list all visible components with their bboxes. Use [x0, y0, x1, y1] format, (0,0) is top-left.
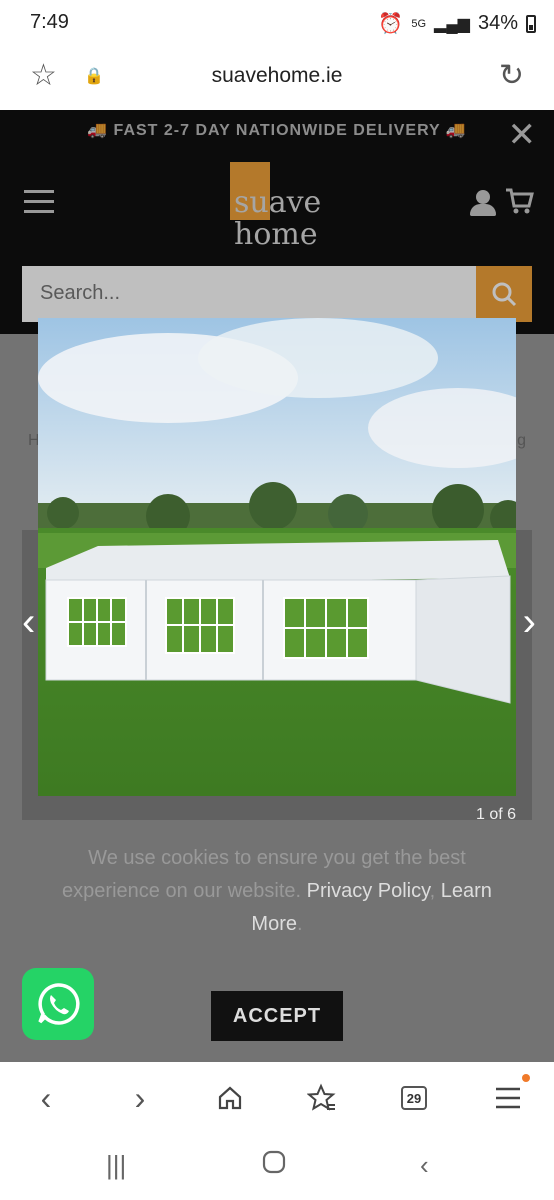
- cookie-end: .: [297, 913, 303, 935]
- site-logo[interactable]: suave home: [230, 160, 330, 252]
- browser-url-bar: ☆ 🔒 suavehome.ie ↻: [0, 46, 554, 110]
- close-icon[interactable]: ✕: [508, 118, 537, 152]
- cart-icon[interactable]: [504, 186, 534, 221]
- lightbox-image[interactable]: [38, 318, 516, 796]
- browser-bottom-nav: ‹ › 29: [0, 1062, 554, 1132]
- recent-apps-icon[interactable]: |||: [106, 1150, 126, 1181]
- system-back-icon[interactable]: ‹: [420, 1150, 429, 1181]
- refresh-icon[interactable]: ↻: [499, 58, 524, 93]
- tabs-button[interactable]: 29: [394, 1078, 434, 1118]
- logo-text-top: suave: [234, 185, 322, 220]
- battery-level: 34%: [477, 12, 518, 34]
- logo-text-bottom: home: [234, 217, 318, 252]
- url-text[interactable]: suavehome.ie: [0, 64, 554, 88]
- tabs-count: 29: [401, 1086, 427, 1110]
- announcement-bar: 🚚 FAST 2-7 DAY NATIONWIDE DELIVERY 🚚: [87, 122, 467, 139]
- home-circle-icon[interactable]: [262, 1150, 286, 1181]
- privacy-policy-link[interactable]: Privacy Policy: [307, 880, 430, 902]
- battery-icon: [526, 14, 536, 33]
- hamburger-menu-icon[interactable]: [24, 190, 54, 220]
- back-arrow-icon[interactable]: ‹: [26, 1078, 66, 1118]
- site-header: 🚚 FAST 2-7 DAY NATIONWIDE DELIVERY 🚚 ✕ s…: [0, 110, 554, 334]
- alarm-icon: ⏰: [378, 13, 404, 35]
- status-time: 7:49: [30, 11, 69, 33]
- search-icon: [492, 282, 517, 307]
- network-label: 5G: [411, 17, 427, 30]
- forward-arrow-icon[interactable]: ›: [120, 1078, 160, 1118]
- home-icon[interactable]: [210, 1078, 250, 1118]
- lightbox-prev-chevron-icon[interactable]: ‹: [22, 600, 35, 645]
- signal-icon: ▂▄▆: [434, 15, 470, 33]
- status-icons: ⏰ 5G ▂▄▆ 34%: [378, 11, 536, 36]
- search-input[interactable]: Search...: [22, 266, 476, 322]
- lightbox-next-chevron-icon[interactable]: ›: [523, 600, 536, 645]
- cookie-notice: We use cookies to ensure you get the bes…: [40, 842, 514, 941]
- bookmarks-star-icon[interactable]: [302, 1078, 342, 1118]
- system-nav-bar: ||| ‹: [0, 1132, 554, 1200]
- status-bar: 7:49 ⏰ 5G ▂▄▆ 34%: [0, 0, 554, 46]
- cookie-accept-button[interactable]: ACCEPT: [211, 991, 343, 1041]
- whatsapp-icon: [38, 983, 80, 1025]
- search-button[interactable]: [476, 266, 532, 322]
- whatsapp-button[interactable]: [22, 968, 94, 1040]
- lightbox-counter: 1 of 6: [475, 806, 516, 823]
- account-icon[interactable]: [470, 190, 496, 218]
- notification-dot: [522, 1074, 530, 1082]
- menu-icon[interactable]: [488, 1078, 528, 1118]
- cookie-separator: ,: [429, 880, 436, 902]
